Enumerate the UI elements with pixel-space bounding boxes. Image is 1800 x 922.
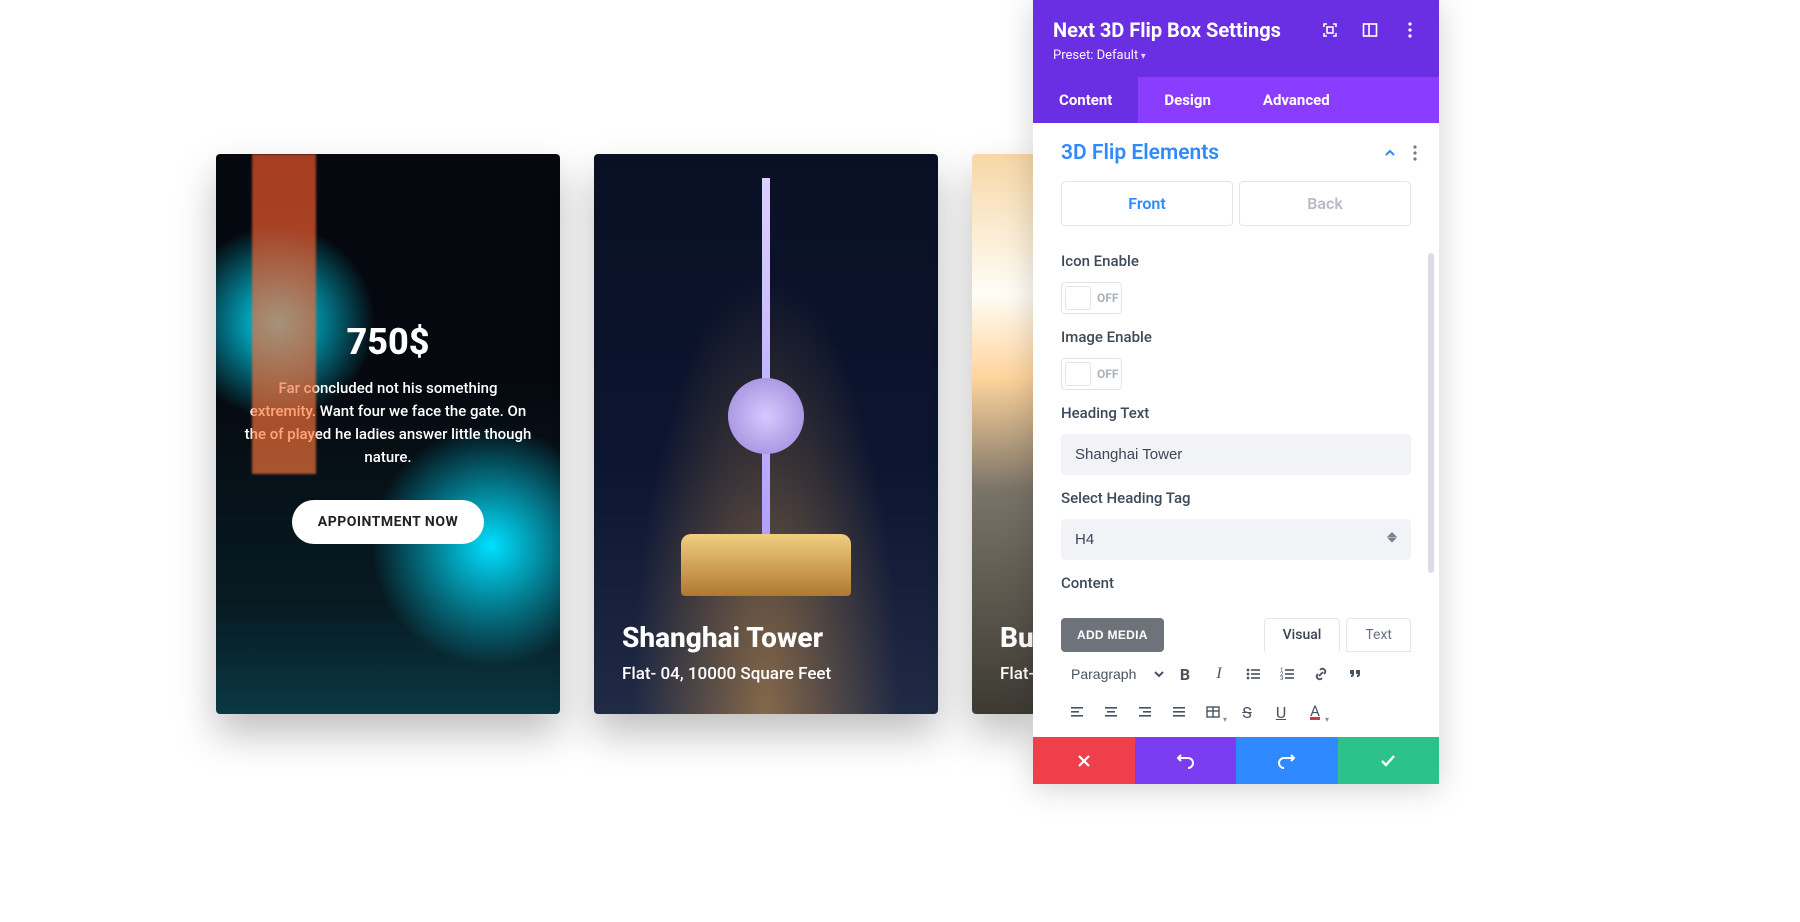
flip-card-3-front: Bu Flat- [972, 154, 1036, 714]
card3-title-partial: Bu [1000, 621, 1008, 654]
undo-changes-button[interactable] [1135, 737, 1237, 784]
tower-illustration [762, 178, 770, 538]
appointment-button[interactable]: APPOINTMENT NOW [292, 500, 484, 544]
settings-tabs: Content Design Advanced [1033, 77, 1439, 123]
align-right-icon[interactable] [1129, 696, 1161, 728]
section-collapse-icon[interactable] [1383, 146, 1397, 160]
table-icon[interactable]: ▾ [1197, 696, 1229, 728]
heading-text-label: Heading Text [1061, 404, 1411, 422]
module-settings-panel: Next 3D Flip Box Settings Preset: Defaul… [1033, 0, 1439, 784]
link-icon[interactable] [1305, 658, 1337, 690]
card3-subtitle-partial: Flat- [1000, 664, 1008, 684]
align-left-icon[interactable] [1061, 696, 1093, 728]
flip-card-2-front: Shanghai Tower Flat- 04, 10000 Square Fe… [594, 154, 938, 714]
subtab-back[interactable]: Back [1239, 181, 1411, 226]
italic-icon[interactable]: I [1203, 658, 1235, 690]
icon-enable-state: OFF [1097, 291, 1118, 305]
text-color-icon[interactable]: A▾ [1299, 696, 1331, 728]
preset-dropdown[interactable]: Preset: Default [1053, 48, 1419, 63]
tab-content[interactable]: Content [1033, 77, 1138, 123]
content-label: Content [1061, 574, 1411, 592]
card1-description: Far concluded not his something extremit… [244, 377, 532, 470]
tab-design[interactable]: Design [1138, 77, 1237, 123]
add-media-button[interactable]: ADD MEDIA [1061, 618, 1164, 652]
subtab-front[interactable]: Front [1061, 181, 1233, 226]
scrollbar[interactable] [1428, 253, 1434, 573]
section-title-3d-flip-elements[interactable]: 3D Flip Elements [1061, 141, 1383, 165]
bold-icon[interactable]: B [1169, 658, 1201, 690]
panel-action-bar [1033, 737, 1439, 784]
flip-card-1-back: 750$ Far concluded not his something ext… [216, 154, 560, 714]
tab-advanced[interactable]: Advanced [1237, 77, 1356, 123]
kebab-menu-icon[interactable] [1401, 21, 1419, 39]
editor-toolbar-row2: ▾ S U A▾ [1033, 690, 1439, 728]
blockquote-icon[interactable] [1339, 658, 1371, 690]
numbered-list-icon[interactable]: 123 [1271, 658, 1303, 690]
editor-tab-text[interactable]: Text [1346, 618, 1411, 652]
heading-text-input[interactable] [1061, 434, 1411, 475]
card2-subtitle: Flat- 04, 10000 Square Feet [622, 664, 910, 684]
expand-icon[interactable] [1321, 21, 1339, 39]
image-enable-state: OFF [1097, 367, 1118, 381]
section-menu-icon[interactable] [1413, 145, 1417, 161]
image-enable-toggle[interactable]: OFF [1061, 358, 1122, 390]
redo-changes-button[interactable] [1236, 737, 1338, 784]
panel-header: Next 3D Flip Box Settings Preset: Defaul… [1033, 0, 1439, 77]
card2-title: Shanghai Tower [622, 621, 910, 654]
discard-button[interactable] [1033, 737, 1135, 784]
heading-tag-select[interactable]: H4 [1061, 519, 1411, 560]
tower-crown-illustration [681, 534, 851, 596]
preview-canvas: 750$ Far concluded not his something ext… [0, 0, 1800, 922]
bullet-list-icon[interactable] [1237, 658, 1269, 690]
icon-enable-toggle[interactable]: OFF [1061, 282, 1122, 314]
save-button[interactable] [1338, 737, 1440, 784]
panel-title: Next 3D Flip Box Settings [1053, 18, 1281, 42]
align-center-icon[interactable] [1095, 696, 1127, 728]
heading-tag-label: Select Heading Tag [1061, 489, 1411, 507]
strikethrough-icon[interactable]: S [1231, 696, 1263, 728]
panel-body[interactable]: 3D Flip Elements Front Back Icon Enable … [1033, 123, 1439, 784]
snap-left-icon[interactable] [1361, 21, 1379, 39]
svg-text:3: 3 [1280, 675, 1283, 682]
paragraph-format-select[interactable]: Paragraph [1061, 658, 1167, 690]
underline-icon[interactable]: U [1265, 696, 1297, 728]
icon-enable-label: Icon Enable [1061, 252, 1411, 270]
card1-price: 750$ [346, 321, 429, 363]
editor-tab-visual[interactable]: Visual [1264, 618, 1341, 652]
image-enable-label: Image Enable [1061, 328, 1411, 346]
editor-toolbar-row1: Paragraph B I 123 [1033, 652, 1439, 690]
align-justify-icon[interactable] [1163, 696, 1195, 728]
